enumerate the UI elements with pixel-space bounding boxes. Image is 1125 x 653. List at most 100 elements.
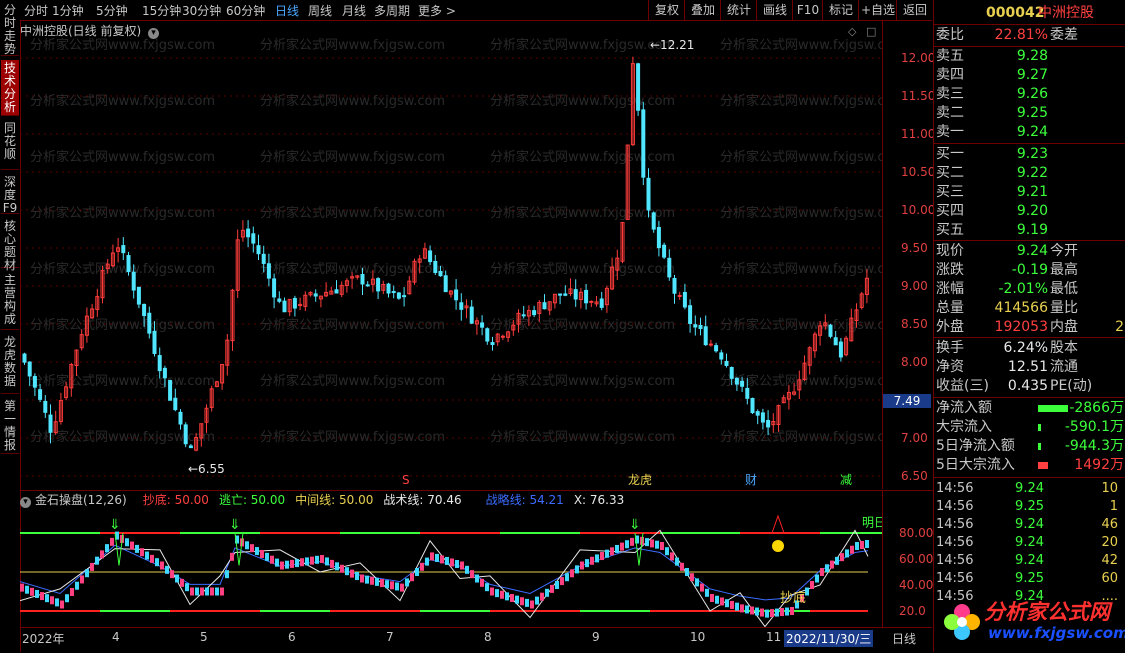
period-label[interactable]: 日线 (892, 630, 916, 647)
price-tick: 11.00 (901, 127, 936, 141)
oscillator-bar (855, 542, 859, 550)
toolbar-button-3[interactable]: 画线 (756, 0, 793, 20)
candle-body (469, 306, 474, 324)
left-tab-1[interactable]: 技术分析 (1, 60, 19, 116)
candle-body (563, 293, 568, 296)
event-marker-0[interactable]: S (402, 473, 410, 487)
oscillator-bar (650, 539, 654, 548)
oscillator-bar (475, 574, 479, 583)
candle-body (157, 355, 162, 372)
left-tab-0[interactable]: 分时走势 (1, 2, 19, 56)
candle-body (532, 310, 537, 316)
price-tick: 10.00 (901, 203, 936, 217)
oscillator-bar (790, 607, 794, 615)
trade-tick-row: 14:56 9.25 1 (936, 499, 1118, 514)
ask-row[interactable]: 卖三 9.26 (934, 85, 1125, 104)
left-tab-7[interactable]: 第一情报 (1, 398, 19, 454)
event-marker-1[interactable]: 龙虎 (628, 473, 652, 487)
period-9[interactable]: 多周期 (374, 2, 410, 19)
left-tab-3[interactable]: 深度F9 (1, 174, 19, 215)
toolbar-button-4[interactable]: F10 (792, 0, 823, 20)
candle-body (277, 298, 282, 302)
chevron-down-icon[interactable]: ▾ (20, 497, 31, 508)
period-8[interactable]: 月线 (342, 2, 366, 19)
oscillator-bar (745, 605, 749, 614)
candle-body (755, 411, 760, 416)
toolbar-button-7[interactable]: 返回 (896, 0, 933, 20)
toolbar-button-2[interactable]: 统计 (720, 0, 757, 20)
indicator-chart[interactable]: ⇓ ⇓ ⇓ 抄底 明日 (20, 490, 882, 628)
bid-row[interactable]: 买四 9.20 (934, 202, 1125, 221)
price-tick: 11.50 (901, 89, 936, 103)
smiley-icon (772, 540, 784, 552)
period-0[interactable]: 分时 (24, 2, 48, 19)
date-label-2: 5 (200, 630, 208, 644)
left-tab-5[interactable]: 主营构成 (1, 272, 19, 330)
period-4[interactable]: 30分钟 (182, 2, 221, 19)
watermark-text: 分析家公式网www.fxjgsw.com (490, 373, 675, 389)
site-logo: 分析家公式网 www.fxjgsw.com (940, 590, 1125, 652)
oscillator-bar (125, 538, 129, 547)
stock-header: 000042 中洲控股 (934, 4, 1125, 23)
bid-row[interactable]: 买五 9.19 (934, 221, 1125, 240)
oscillator-bar (140, 548, 144, 557)
period-7[interactable]: 周线 (308, 2, 332, 19)
period-5[interactable]: 60分钟 (226, 2, 265, 19)
period-3[interactable]: 15分钟 (142, 2, 181, 19)
period-6[interactable]: 日线 (275, 2, 299, 19)
chevron-down-icon[interactable]: ▾ (148, 28, 160, 39)
oscillator-bar (700, 583, 704, 592)
toolbar-button-1[interactable]: 叠加 (684, 0, 721, 20)
watermark-text: 分析家公式网www.fxjgsw.com (720, 205, 882, 221)
weibi-row: 委比 22.81% 委差 (936, 27, 1078, 43)
watermark-text: 分析家公式网www.fxjgsw.com (260, 373, 445, 389)
oscillator-bar (110, 537, 114, 546)
toolbar-button-6[interactable]: +自选 (858, 0, 897, 20)
ask-row[interactable]: 卖五 9.28 (934, 47, 1125, 66)
trade-tick-row: 14:56 9.24 42 (936, 553, 1118, 568)
toolbar-button-5[interactable]: 标记 (822, 0, 859, 20)
price-tick: 6.50 (901, 469, 928, 483)
candle-body (542, 302, 547, 310)
candlestick-chart[interactable]: 分析家公式网www.fxjgsw.com 分析家公式网www.fxjgsw.com… (20, 21, 882, 489)
quote-panel: 000042 中洲控股 委比 22.81% 委差卖五 9.28 卖四 9.27 卖三 9.26 卖二… (933, 0, 1125, 652)
event-marker-3[interactable]: 减 (840, 473, 852, 487)
oscillator-bar (740, 604, 744, 613)
ask-row[interactable]: 卖四 9.27 (934, 66, 1125, 85)
oscillator-bar (665, 547, 669, 556)
date-label-8: 11 (766, 630, 782, 644)
stock-code: 000042 (986, 5, 1045, 21)
oscillator-bar (570, 569, 574, 578)
oscillator-bar (470, 570, 474, 579)
period-1[interactable]: 1分钟 (52, 2, 84, 19)
candle-body (183, 424, 188, 445)
ask-row[interactable]: 卖一 9.24 (934, 123, 1125, 142)
bid-row[interactable]: 买二 9.22 (934, 164, 1125, 183)
bid-row[interactable]: 买一 9.23 (934, 145, 1125, 164)
watermark-text: 分析家公式网www.fxjgsw.com (260, 429, 445, 445)
diamond-icon[interactable]: ◇ (848, 25, 857, 38)
oscillator-bar (500, 590, 504, 599)
period-10[interactable]: 更多 > (418, 2, 456, 19)
candle-body (734, 377, 739, 385)
candle-body (188, 445, 193, 449)
event-marker-2[interactable]: 财 (745, 473, 757, 487)
candle-body (703, 326, 708, 346)
oscillator-bar (590, 556, 594, 565)
bid-row[interactable]: 买三 9.21 (934, 183, 1125, 202)
toolbar-button-0[interactable]: 复权 (648, 0, 685, 20)
oscillator-bar (825, 564, 829, 573)
left-tab-6[interactable]: 龙虎数据 (1, 334, 19, 394)
watermark-text: 分析家公式网www.fxjgsw.com (490, 317, 675, 333)
oscillator-bar (210, 587, 214, 596)
oscillator-bar (160, 561, 164, 570)
left-tab-4[interactable]: 核心题材 (1, 218, 19, 272)
ask-row[interactable]: 卖二 9.25 (934, 104, 1125, 123)
indicator-name[interactable]: 金石操盘(12,26) (35, 493, 127, 507)
oscillator-bar (230, 552, 234, 561)
last-price-box: 7.49 (883, 393, 931, 408)
close-icon[interactable]: □ (866, 25, 876, 38)
period-2[interactable]: 5分钟 (96, 2, 128, 19)
left-tab-2[interactable]: 同花顺 (1, 120, 19, 170)
watermark-text: 分析家公式网www.fxjgsw.com (260, 317, 445, 333)
